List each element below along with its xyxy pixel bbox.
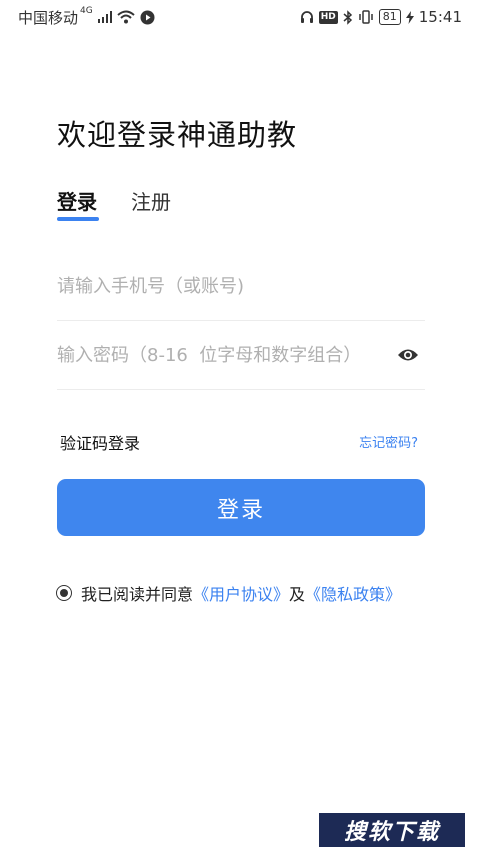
signal-icon [97, 11, 112, 23]
phone-field [57, 252, 425, 321]
auth-tabs: 登录 注册 [57, 186, 171, 221]
bluetooth-icon [343, 9, 352, 25]
network-type: 4G [80, 6, 93, 16]
agreement-radio[interactable] [56, 585, 72, 601]
phone-input[interactable] [57, 275, 387, 297]
tab-register[interactable]: 注册 [131, 186, 171, 215]
site-watermark: 搜软下载 [319, 813, 465, 847]
forgot-password-link[interactable]: 忘记密码? [359, 432, 418, 451]
login-button[interactable]: 登录 [57, 479, 425, 536]
tab-login[interactable]: 登录 [57, 186, 99, 221]
terms-link[interactable]: 《用户协议》 [193, 581, 289, 605]
vibrate-icon [359, 10, 373, 24]
play-circle-icon [140, 10, 155, 24]
radio-selected-dot [60, 589, 68, 597]
password-field [57, 321, 425, 390]
tab-login-label: 登录 [57, 190, 97, 214]
eye-icon [398, 349, 418, 361]
status-bar: 中国移动 4G HD 81 15:41 [0, 0, 480, 34]
agreement-row: 我已阅读并同意 《用户协议》 及 《隐私政策》 [56, 581, 401, 605]
agreement-text: 我已阅读并同意 [81, 585, 194, 604]
headphones-icon [300, 11, 313, 23]
clock: 15:41 [418, 8, 462, 26]
active-tab-indicator [57, 217, 99, 221]
password-input[interactable] [57, 344, 387, 366]
status-bar-left: 中国移动 4G [18, 6, 155, 28]
battery-indicator: 81 [378, 9, 401, 25]
sms-login-link[interactable]: 验证码登录 [60, 430, 140, 454]
hd-icon: HD [318, 10, 338, 24]
page-title: 欢迎登录神通助教 [57, 118, 298, 152]
watermark-text: 搜软下载 [343, 820, 440, 845]
agreement-conjunction: 及 [289, 585, 306, 604]
tab-register-label: 注册 [131, 190, 171, 214]
status-bar-right: HD 81 15:41 [300, 8, 462, 26]
privacy-link[interactable]: 《隐私政策》 [305, 581, 401, 605]
wifi-icon [117, 10, 135, 24]
carrier-name: 中国移动 [18, 8, 79, 27]
password-visibility-toggle[interactable] [395, 342, 421, 368]
charging-icon [405, 10, 414, 24]
